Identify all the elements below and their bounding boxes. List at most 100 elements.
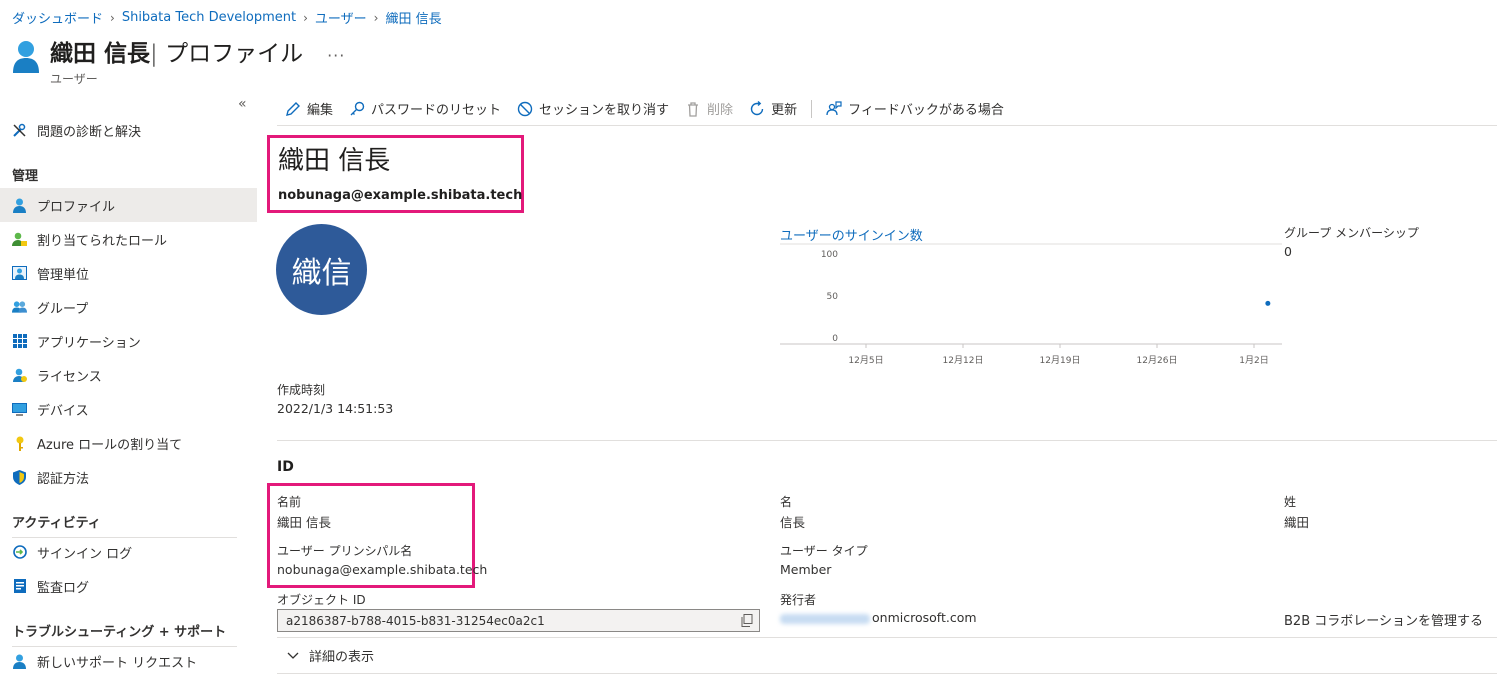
breadcrumb-users[interactable]: ユーザー [315,8,367,27]
surname-label: 姓 [1284,495,1297,509]
user-icon [13,41,39,73]
license-icon [12,368,27,383]
sidebar-item-label: サインイン ログ [37,546,133,562]
audit-log-icon [12,579,27,594]
object-id-value: a2186387-b788-4015-b831-31254ec0a2c1 [286,613,545,628]
user-icon [12,198,27,213]
shield-icon [12,469,27,485]
sidebar-item-licenses[interactable]: ライセンス [0,358,257,392]
edit-button[interactable]: 編集 [285,99,333,118]
breadcrumb-current-user[interactable]: 織田 信長 [385,8,441,27]
sidebar-item-applications[interactable]: アプリケーション [0,324,257,358]
sidebar-item-admin-units[interactable]: 管理単位 [0,256,257,290]
sidebar-item-assigned-roles[interactable]: 割り当てられたロール [0,222,257,256]
sidebar-item-label: 問題の診断と解決 [37,124,142,140]
sidebar-item-label: ライセンス [37,369,102,385]
breadcrumb-dashboard[interactable]: ダッシュボード [12,8,103,27]
page-subtitle: | プロファイル [150,41,304,67]
created-label: 作成時刻 [277,383,326,397]
sidebar-item-label: Azure ロールの割り当て [37,437,183,453]
manage-b2b-link[interactable]: B2B コラボレーションを管理する [1284,610,1483,629]
given-name-label: 名 [780,495,793,509]
refresh-label: 更新 [771,103,798,118]
sidebar-item-label: アプリケーション [37,335,141,351]
revoke-sessions-button[interactable]: セッションを取り消す [517,99,669,118]
user-principal-name: nobunaga@example.shibata.tech [278,188,523,203]
trash-icon [685,101,701,117]
group-membership-count[interactable]: 0 [1284,244,1292,259]
resource-type: ユーザー [50,72,98,86]
identity-section-title: ID [277,459,294,475]
x-tick-label: 12月12日 [943,355,984,366]
reset-password-button[interactable]: パスワードのリセット [349,99,501,118]
sidebar-item-signin-logs[interactable]: サインイン ログ [0,535,257,569]
signin-chart: 0 50 100 12月5日 12月12日 12月19日 12月26日 1月2日 [780,243,1282,366]
collapse-sidebar-button[interactable]: « [238,96,247,112]
refresh-icon [749,100,765,117]
chevron-right-icon: › [110,10,115,25]
divider [277,673,1497,674]
copy-icon[interactable] [741,614,753,627]
apps-grid-icon [12,334,27,349]
object-id-field[interactable]: a2186387-b788-4015-b831-31254ec0a2c1 [277,609,760,632]
sidebar-item-label: 割り当てられたロール [37,233,168,249]
page-header: 織田 信長 | プロファイル ··· ユーザー [12,34,345,87]
issuer-domain: onmicrosoft.com [872,610,977,625]
support-user-icon [12,654,27,669]
sidebar-item-diagnose[interactable]: 問題の診断と解決 [0,113,257,147]
sidebar-item-label: プロファイル [37,199,116,215]
sidebar-item-label: デバイス [37,403,89,419]
sidebar-item-label: 管理単位 [37,267,90,283]
group-membership-label: グループ メンバーシップ [1284,226,1419,240]
show-details-label: 詳細の表示 [309,650,375,665]
sidebar-item-profile[interactable]: プロファイル [0,188,257,222]
more-options-button[interactable]: ··· [327,46,345,65]
chevron-down-icon [287,652,299,659]
show-details-toggle[interactable]: 詳細の表示 [287,646,374,665]
y-tick-label: 0 [832,334,838,344]
sidebar-item-devices[interactable]: デバイス [0,392,257,426]
refresh-button[interactable]: 更新 [749,99,797,118]
name-label: 名前 [277,495,302,509]
signin-chart-title[interactable]: ユーザーのサインイン数 [780,225,923,244]
signin-log-icon [12,545,27,560]
data-point [1265,300,1271,306]
chevron-right-icon: › [303,10,308,25]
breadcrumb-tenant[interactable]: Shibata Tech Development [122,10,296,25]
sidebar-item-new-support-request[interactable]: 新しいサポート リクエスト [0,644,257,675]
y-tick-label: 100 [821,250,838,260]
reset-password-label: パスワードのリセット [371,103,502,118]
revoke-sessions-label: セッションを取り消す [539,103,670,118]
issuer-value[interactable]: onmicrosoft.com [780,610,977,625]
y-tick-label: 50 [827,292,839,302]
feedback-icon [826,100,842,117]
sidebar-item-label: 新しいサポート リクエスト [37,655,198,671]
chevron-right-icon: › [373,10,379,25]
sidebar-item-audit-logs[interactable]: 監査ログ [0,569,257,603]
sidebar-item-label: 監査ログ [37,580,90,596]
divider [277,440,1497,441]
redacted-tenant [780,613,870,624]
pencil-icon [285,101,301,117]
wrench-icon [12,123,27,138]
sidebar-item-groups[interactable]: グループ [0,290,257,324]
delete-button[interactable]: 削除 [685,99,733,118]
sidebar-item-label: 認証方法 [37,471,90,487]
given-name-value: 信長 [780,515,806,530]
user-type-value: Member [780,562,832,577]
sidebar-item-azure-role-assignments[interactable]: Azure ロールの割り当て [0,426,257,460]
toolbar-divider [811,99,813,118]
group-icon [12,300,27,315]
issuer-label: 発行者 [780,593,817,607]
divider [277,637,1497,638]
sidebar-item-auth-methods[interactable]: 認証方法 [0,460,257,494]
edit-label: 編集 [307,103,334,118]
feedback-label: フィードバックがある場合 [848,103,1004,118]
feedback-button[interactable]: フィードバックがある場合 [826,99,1004,118]
command-bar: 編集 パスワードのリセット セッションを取り消す 削除 更新 フィードバックがあ… [277,96,1497,126]
x-tick-label: 12月26日 [1137,355,1178,366]
user-display-name: 織田 信長 [278,146,391,176]
key-icon [349,101,365,117]
surname-value: 織田 [1284,515,1310,530]
upn-label: ユーザー プリンシパル名 [277,544,413,558]
